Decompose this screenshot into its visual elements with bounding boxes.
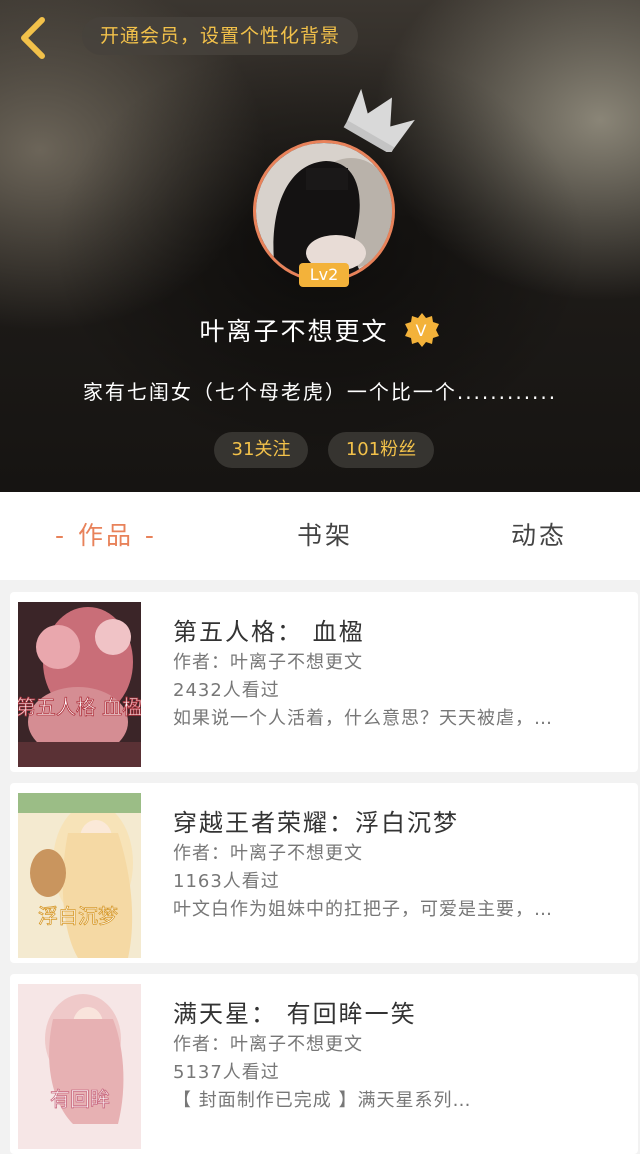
- vip-background-button[interactable]: 开通会员，设置个性化背景: [82, 17, 359, 55]
- profile-header: 开通会员，设置个性化背景 Lv2 叶离子不想更文 V 家有七闺女（七个母老虎）一…: [0, 0, 640, 492]
- tab-bookshelf[interactable]: 书架: [297, 492, 353, 580]
- work-card[interactable]: 有回眸 满天星： 有回眸一笑 作者：叶离子不想更文 5137人看过 【 封面制作…: [10, 974, 638, 1154]
- book-cover[interactable]: 有回眸: [18, 984, 141, 1149]
- avatar[interactable]: [253, 140, 395, 282]
- cover-title: 有回眸: [50, 1087, 110, 1111]
- work-title[interactable]: 满天星： 有回眸一笑: [173, 994, 417, 1029]
- work-summary: 如果说一个人活着，什么意思？天天被虐，…: [173, 708, 553, 729]
- work-title[interactable]: 第五人格： 血楹: [173, 612, 365, 647]
- back-icon[interactable]: [14, 14, 54, 62]
- avatar-photo: [256, 143, 392, 279]
- username: 叶离子不想更文 V: [0, 312, 640, 348]
- work-views: 2432人看过: [173, 680, 280, 701]
- work-views: 1163人看过: [173, 871, 280, 892]
- username-text: 叶离子不想更文: [199, 317, 389, 346]
- level-badge: Lv2: [299, 263, 349, 287]
- verified-badge-icon: V: [405, 313, 440, 347]
- user-bio: 家有七闺女（七个母老虎）一个比一个............: [82, 380, 558, 404]
- work-views: 5137人看过: [173, 1062, 280, 1083]
- cover-title: 浮白沉梦: [38, 904, 118, 928]
- work-author: 作者：叶离子不想更文: [173, 843, 363, 864]
- work-summary: 叶文白作为姐妹中的扛把子，可爱是主要，…: [173, 899, 553, 920]
- work-author: 作者：叶离子不想更文: [173, 1034, 363, 1055]
- work-summary: 【 封面制作已完成 】满天星系列…: [173, 1090, 472, 1111]
- cover-title: 第五人格 血楹: [18, 695, 141, 719]
- book-cover[interactable]: 第五人格 血楹: [18, 602, 141, 767]
- verified-mark: V: [416, 321, 429, 340]
- work-author: 作者：叶离子不想更文: [173, 652, 363, 673]
- profile-tabs: - 作品 - 书架 动态: [0, 492, 640, 580]
- work-title[interactable]: 穿越王者荣耀：浮白沉梦: [173, 803, 459, 838]
- tab-activity[interactable]: 动态: [511, 492, 567, 580]
- following-count[interactable]: 31关注: [214, 432, 308, 468]
- work-card[interactable]: 浮白沉梦 穿越王者荣耀：浮白沉梦 作者：叶离子不想更文 1163人看过 叶文白作…: [10, 783, 638, 963]
- followers-count[interactable]: 101粉丝: [328, 432, 434, 468]
- tab-works[interactable]: - 作品 -: [55, 492, 157, 580]
- work-card[interactable]: 第五人格 血楹 第五人格： 血楹 作者：叶离子不想更文 2432人看过 如果说一…: [10, 592, 638, 772]
- book-cover[interactable]: 浮白沉梦: [18, 793, 141, 958]
